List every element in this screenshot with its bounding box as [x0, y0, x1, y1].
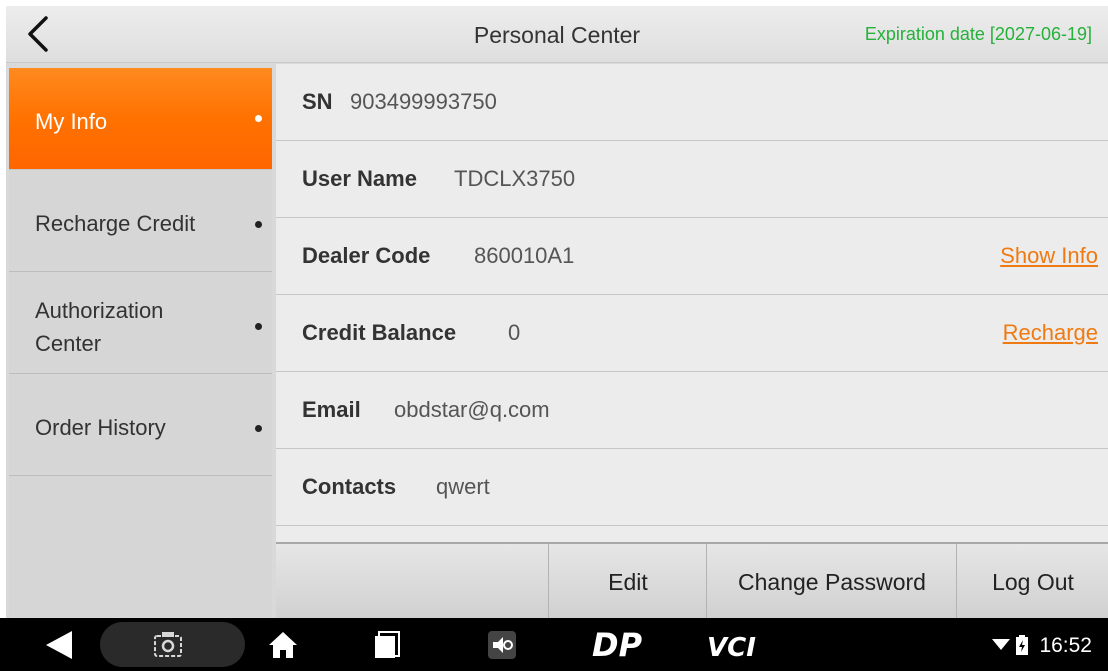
- info-value: 903499993750: [350, 89, 497, 114]
- change-password-button[interactable]: Change Password: [706, 544, 957, 620]
- sidebar-item-dot: [255, 115, 262, 122]
- app-icon[interactable]: [487, 630, 517, 665]
- header-bar: Personal Center Expiration date [2027-06…: [6, 6, 1108, 63]
- vci-icon[interactable]: VCI: [707, 630, 757, 665]
- recharge-link[interactable]: Recharge: [1003, 320, 1098, 346]
- wifi-icon: [992, 637, 1010, 656]
- sidebar-item-dot: [255, 425, 262, 432]
- sidebar: My Info Recharge Credit Authorization Ce…: [9, 68, 272, 617]
- info-key: User Name: [302, 166, 417, 191]
- system-nav-bar: DP VCI 16:52: [0, 618, 1108, 671]
- battery-icon: [1016, 635, 1028, 660]
- edit-button[interactable]: Edit: [548, 544, 707, 620]
- back-icon[interactable]: [44, 629, 74, 666]
- info-row-dealer-code: Dealer Code 860010A1 Show Info: [276, 218, 1108, 295]
- sidebar-item-label: Recharge Credit: [35, 211, 196, 236]
- dp-icon[interactable]: DP: [590, 626, 650, 665]
- info-value: 860010A1: [474, 243, 575, 268]
- sidebar-item-recharge-credit[interactable]: Recharge Credit: [9, 170, 272, 272]
- sidebar-item-authorization-center[interactable]: Authorization Center: [9, 272, 272, 374]
- screenshot-icon: [154, 632, 182, 657]
- info-key: Dealer Code: [302, 243, 431, 268]
- info-value: 0: [508, 320, 521, 345]
- info-row-contacts: Contacts qwert: [276, 449, 1108, 526]
- info-key: Contacts: [302, 474, 397, 499]
- svg-text:DP: DP: [592, 628, 643, 660]
- sidebar-item-dot: [255, 221, 262, 228]
- sidebar-item-my-info[interactable]: My Info: [9, 68, 272, 170]
- sidebar-item-order-history[interactable]: Order History: [9, 374, 272, 476]
- svg-text:VCI: VCI: [707, 633, 756, 660]
- info-row-sn: SN 903499993750: [276, 64, 1108, 141]
- sidebar-item-label: Order History: [35, 415, 166, 440]
- sidebar-item-dot: [255, 323, 262, 330]
- info-key: SN: [302, 89, 333, 114]
- info-value: qwert: [436, 474, 490, 499]
- log-out-button[interactable]: Log Out: [956, 544, 1108, 620]
- show-info-link[interactable]: Show Info: [1000, 243, 1098, 269]
- info-row-user-name: User Name TDCLX3750: [276, 141, 1108, 218]
- sidebar-item-label: My Info: [35, 109, 108, 134]
- info-panel: SN 903499993750 User Name TDCLX3750 Deal…: [276, 64, 1108, 542]
- action-bar: Edit Change Password Log Out: [276, 542, 1108, 620]
- info-key: Email: [302, 397, 361, 422]
- sidebar-item-label: Authorization Center: [35, 298, 164, 356]
- info-row-credit-balance: Credit Balance 0 Recharge: [276, 295, 1108, 372]
- home-icon[interactable]: [268, 631, 298, 664]
- expiration-date: Expiration date [2027-06-19]: [864, 24, 1092, 44]
- info-key: Credit Balance: [302, 320, 457, 345]
- status-time: 16:52: [1039, 634, 1092, 657]
- screenshot-button[interactable]: [100, 622, 245, 667]
- info-value: obdstar@q.com: [394, 397, 550, 422]
- info-value: TDCLX3750: [454, 166, 576, 191]
- recents-icon[interactable]: [373, 630, 401, 665]
- info-row-email: Email obdstar@q.com: [276, 372, 1108, 449]
